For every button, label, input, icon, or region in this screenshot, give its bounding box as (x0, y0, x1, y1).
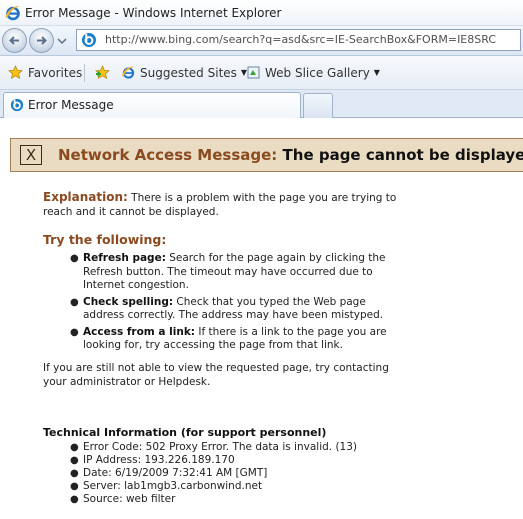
list-item: ● Refresh page: Search for the page agai… (68, 252, 403, 293)
new-tab-button[interactable] (303, 93, 333, 118)
technical-list: ● Error Code: 502 Proxy Error. The data i… (68, 441, 357, 506)
favorites-button[interactable]: Favorites (28, 66, 82, 80)
list-item: ● Server: lab1mgb3.carbonwind.net (68, 480, 357, 493)
tech-item-text: Source: web filter (83, 493, 176, 505)
title-bar: Error Message - Windows Internet Explore… (0, 0, 523, 26)
forward-arrow-icon (37, 36, 47, 45)
tip-title: Access from a link: (83, 325, 196, 338)
try-heading: Try the following: (43, 232, 167, 247)
list-item: ● Access from a link: If there is a link… (68, 326, 403, 353)
tech-item-text: Date: 6/19/2009 7:32:41 AM [GMT] (83, 467, 268, 479)
error-banner: X Network Access Message: The page canno… (10, 138, 523, 172)
suggested-sites-icon (122, 66, 135, 79)
recent-pages-dropdown-icon[interactable] (57, 36, 67, 46)
favorites-separator (84, 64, 85, 82)
bullet: ● (70, 455, 79, 466)
favorites-star-icon (8, 65, 23, 80)
back-arrow-icon (9, 36, 19, 45)
bullet: ● (70, 494, 79, 505)
window-title: Error Message - Windows Internet Explore… (25, 6, 282, 20)
bullet: ● (70, 296, 79, 308)
add-favorites-icon[interactable] (95, 65, 110, 80)
navigation-bar: http://www.bing.com/search?q=asd&src=IE-… (0, 26, 523, 56)
banner-label: Network Access Message: (58, 146, 278, 164)
tab-error-message[interactable]: Error Message (3, 92, 301, 118)
bullet: ● (70, 253, 79, 264)
bullet: ● (70, 326, 79, 338)
bullet: ● (70, 442, 79, 453)
tab-bar: Error Message (0, 90, 523, 118)
list-item: ● Check spelling: Check that you typed t… (68, 296, 403, 323)
list-item: ● Date: 6/19/2009 7:32:41 AM [GMT] (68, 467, 357, 480)
forward-button[interactable] (29, 28, 54, 53)
web-slice-gallery-link[interactable]: Web Slice Gallery ▼ (265, 66, 380, 80)
tech-item-text: Server: lab1mgb3.carbonwind.net (83, 480, 263, 492)
technical-heading: Technical Information (for support perso… (43, 426, 327, 439)
tech-item-text: Error Code: 502 Proxy Error. The data is… (83, 441, 357, 453)
suggested-sites-link[interactable]: Suggested Sites ▼ (140, 66, 247, 80)
ie-logo-icon (5, 6, 21, 21)
suggested-sites-label: Suggested Sites (140, 66, 237, 80)
back-button[interactable] (2, 28, 27, 53)
bing-icon (10, 98, 24, 112)
web-slice-gallery-label: Web Slice Gallery (265, 66, 370, 80)
tip-title: Refresh page: (83, 252, 166, 264)
address-bar[interactable]: http://www.bing.com/search?q=asd&src=IE-… (76, 29, 521, 51)
address-url[interactable]: http://www.bing.com/search?q=asd&src=IE-… (105, 33, 496, 46)
contact-paragraph: If you are still not able to view the re… (43, 362, 389, 388)
explanation-paragraph: Explanation: There is a problem with the… (43, 190, 403, 219)
banner-text: Network Access Message: The page cannot … (58, 146, 523, 164)
list-item: ● IP Address: 193.226.189.170 (68, 454, 357, 467)
banner-message: The page cannot be displayed (282, 146, 523, 164)
tip-title: Check spelling: (83, 295, 174, 308)
error-x-icon: X (20, 145, 42, 165)
favorites-bar: Favorites Suggested Sites ▼ Web Slice Gal… (0, 56, 523, 90)
chevron-down-icon: ▼ (373, 68, 380, 77)
bullet: ● (70, 481, 79, 492)
explanation-heading: Explanation: (43, 190, 128, 204)
list-item: ● Error Code: 502 Proxy Error. The data i… (68, 441, 357, 454)
bing-icon (82, 33, 96, 47)
tab-label: Error Message (28, 98, 114, 112)
web-slice-icon (247, 66, 260, 79)
tips-list: ● Refresh page: Search for the page agai… (68, 252, 403, 353)
bullet: ● (70, 468, 79, 479)
tech-item-text: IP Address: 193.226.189.170 (83, 454, 235, 466)
list-item: ● Source: web filter (68, 493, 357, 506)
page-content: X Network Access Message: The page canno… (0, 118, 523, 519)
